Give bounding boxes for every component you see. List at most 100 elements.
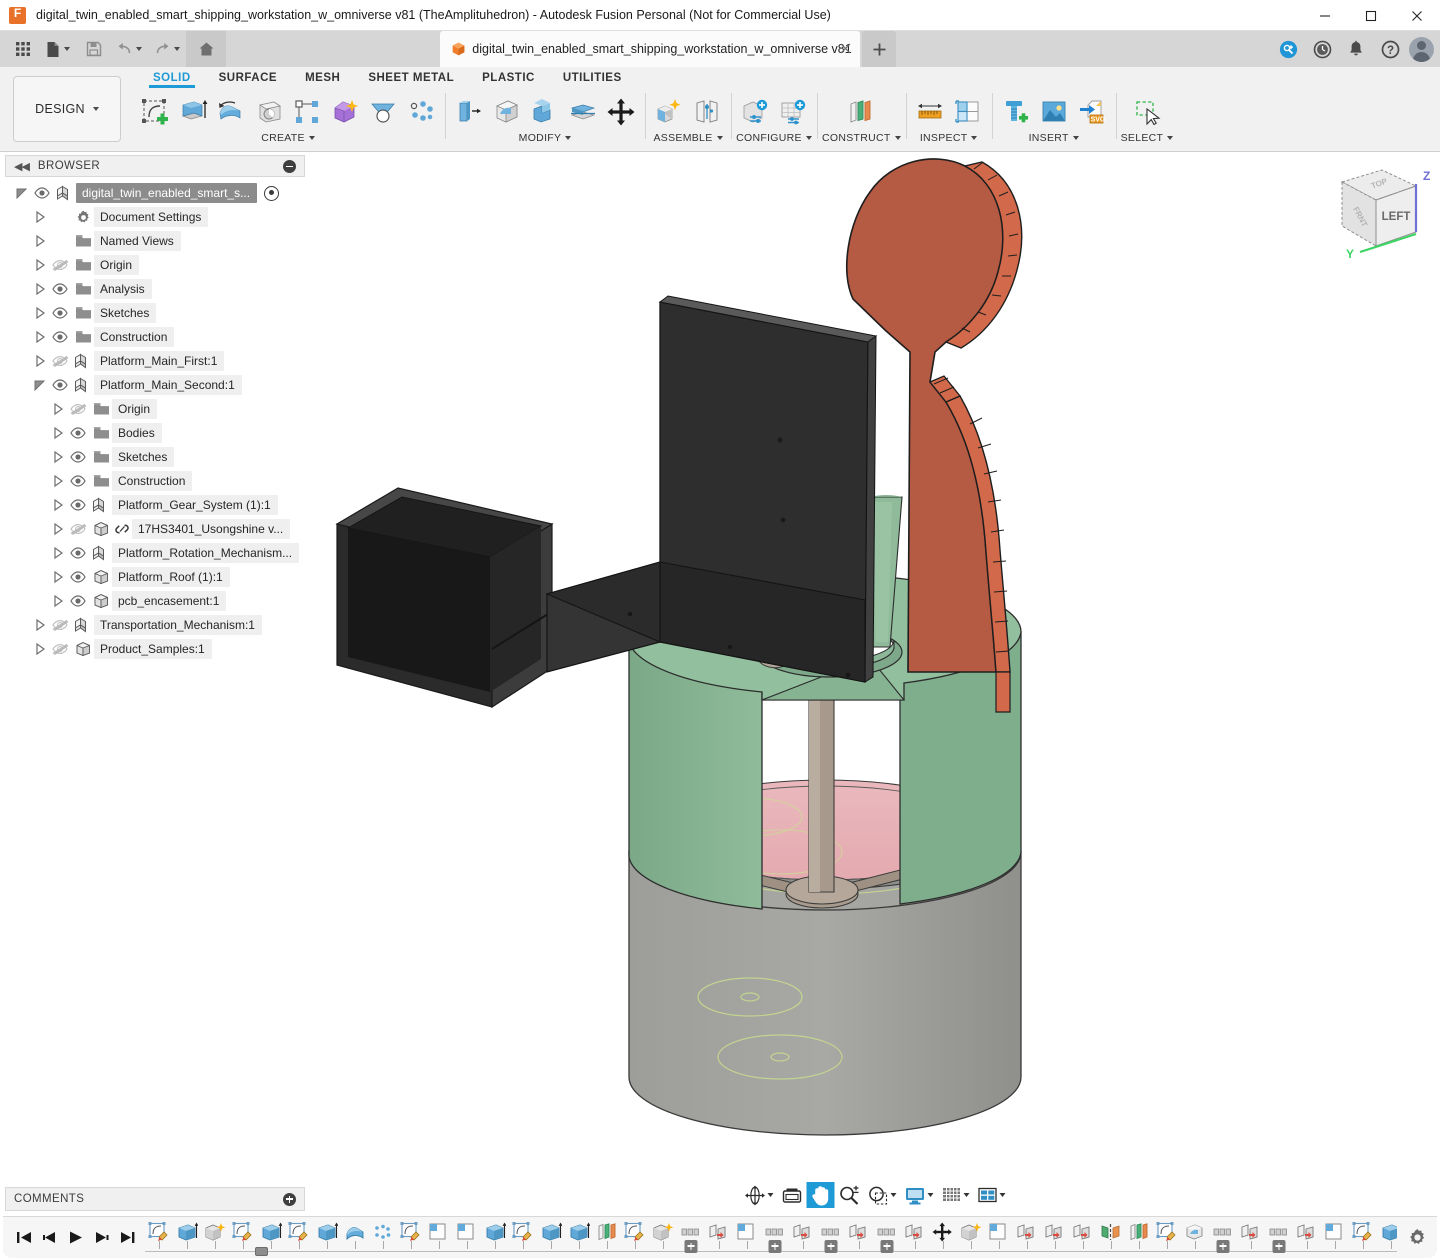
tree-node[interactable]: Named Views: [0, 229, 310, 253]
shell-icon[interactable]: [564, 92, 602, 132]
expand-group-button[interactable]: [1273, 1240, 1286, 1253]
tree-node[interactable]: Transportation_Mechanism:1: [0, 613, 310, 637]
timeline-feature[interactable]: [621, 1219, 649, 1253]
document-tab[interactable]: digital_twin_enabled_smart_shipping_work…: [440, 31, 860, 67]
play-button[interactable]: [63, 1225, 89, 1251]
timeline-feature[interactable]: [481, 1219, 509, 1253]
twisty-collapsed-icon[interactable]: [32, 349, 48, 373]
eye-visible-icon[interactable]: [66, 565, 90, 589]
eye-visible-icon[interactable]: [66, 421, 90, 445]
timeline-feature[interactable]: [1349, 1219, 1377, 1253]
timeline-settings-button[interactable]: [1397, 1228, 1437, 1247]
timeline-feature[interactable]: [341, 1219, 369, 1253]
expand-group-button[interactable]: [769, 1240, 782, 1253]
timeline-feature[interactable]: [1013, 1219, 1041, 1253]
tab-utilities[interactable]: UTILITIES: [549, 72, 636, 84]
timeline-feature[interactable]: [1125, 1219, 1153, 1253]
avatar[interactable]: [1409, 37, 1434, 62]
timeline-feature[interactable]: [593, 1219, 621, 1253]
minimize-browser-icon[interactable]: [283, 160, 296, 173]
tree-node[interactable]: Platform_Rotation_Mechanism...: [0, 541, 310, 565]
show-data-panel-button[interactable]: [6, 33, 39, 66]
insert-svg-icon[interactable]: SVG: [1073, 92, 1111, 132]
eye-visible-icon[interactable]: [48, 301, 72, 325]
go-to-beginning-button[interactable]: [11, 1225, 37, 1251]
twisty-collapsed-icon[interactable]: [32, 325, 48, 349]
zoom-button[interactable]: [835, 1182, 864, 1208]
grid-snap-button[interactable]: [938, 1182, 974, 1208]
timeline-feature[interactable]: [145, 1219, 173, 1253]
viewcube[interactable]: LEFT TOP FRNT Z Y: [1320, 160, 1434, 264]
press-pull-icon[interactable]: [450, 92, 488, 132]
timeline-feature[interactable]: [453, 1219, 481, 1253]
twisty-collapsed-icon[interactable]: [32, 277, 48, 301]
maximize-button[interactable]: [1348, 0, 1394, 31]
viewports-button[interactable]: [974, 1182, 1010, 1208]
new-tab-button[interactable]: [862, 31, 896, 67]
job-status-icon[interactable]: [1305, 32, 1339, 66]
twisty-collapsed-icon[interactable]: [50, 445, 66, 469]
tree-node[interactable]: Platform_Roof (1):1: [0, 565, 310, 589]
joint-icon[interactable]: [688, 92, 726, 132]
insert-mcmaster-icon[interactable]: [997, 92, 1035, 132]
eye-hidden-icon[interactable]: [48, 637, 72, 661]
help-icon[interactable]: ?: [1373, 32, 1407, 66]
tab-plastic[interactable]: PLASTIC: [468, 72, 549, 84]
eye-visible-icon[interactable]: [66, 541, 90, 565]
new-component-icon[interactable]: [650, 92, 688, 132]
eye-visible-icon[interactable]: [48, 325, 72, 349]
tree-node[interactable]: Sketches: [0, 301, 310, 325]
save-button[interactable]: [77, 33, 110, 66]
timeline-feature[interactable]: [565, 1219, 593, 1253]
timeline-feature[interactable]: [1209, 1219, 1237, 1253]
close-icon[interactable]: [839, 42, 852, 55]
create-mesh-icon[interactable]: [402, 92, 440, 132]
orbit-button[interactable]: [741, 1182, 778, 1208]
tree-node[interactable]: digital_twin_enabled_smart_s...: [0, 181, 310, 205]
timeline-feature[interactable]: [397, 1219, 425, 1253]
undo-button[interactable]: [110, 33, 148, 66]
eye-hidden-icon[interactable]: [48, 613, 72, 637]
pattern-icon[interactable]: [288, 92, 326, 132]
sweep-icon[interactable]: [250, 92, 288, 132]
tab-surface[interactable]: SURFACE: [205, 72, 291, 84]
create-sketch-icon[interactable]: [136, 92, 174, 132]
twisty-collapsed-icon[interactable]: [50, 565, 66, 589]
timeline-feature[interactable]: [957, 1219, 985, 1253]
timeline-feature[interactable]: [369, 1219, 397, 1253]
eye-visible-icon[interactable]: [48, 277, 72, 301]
tree-node[interactable]: Document Settings: [0, 205, 310, 229]
tree-node[interactable]: Construction: [0, 469, 310, 493]
expand-group-button[interactable]: [825, 1240, 838, 1253]
eye-visible-icon[interactable]: [48, 373, 72, 397]
extensions-icon[interactable]: [1271, 32, 1305, 66]
configure-table-icon[interactable]: [774, 92, 812, 132]
tree-node[interactable]: Construction: [0, 325, 310, 349]
timeline-feature[interactable]: [761, 1219, 789, 1253]
timeline-feature[interactable]: [285, 1219, 313, 1253]
tab-sheet-metal[interactable]: SHEET METAL: [354, 72, 468, 84]
twisty-collapsed-icon[interactable]: [50, 397, 66, 421]
timeline-feature[interactable]: [1097, 1219, 1125, 1253]
tab-mesh[interactable]: MESH: [291, 72, 354, 84]
tree-node[interactable]: Sketches: [0, 445, 310, 469]
measure-icon[interactable]: [911, 92, 949, 132]
twisty-expanded-icon[interactable]: [14, 181, 30, 205]
timeline-feature[interactable]: [425, 1219, 453, 1253]
eye-hidden-icon[interactable]: [66, 517, 90, 541]
twisty-collapsed-icon[interactable]: [32, 229, 48, 253]
tree-node[interactable]: Platform_Gear_System (1):1: [0, 493, 310, 517]
timeline-feature[interactable]: [1321, 1219, 1349, 1253]
tree-node[interactable]: Origin: [0, 397, 310, 421]
eye-visible-icon[interactable]: [66, 445, 90, 469]
insert-canvas-icon[interactable]: [1035, 92, 1073, 132]
display-settings-button[interactable]: [901, 1182, 938, 1208]
timeline-feature[interactable]: [873, 1219, 901, 1253]
eye-visible-icon[interactable]: [66, 589, 90, 613]
notifications-bell-icon[interactable]: [1339, 32, 1373, 66]
pan-button[interactable]: [807, 1182, 835, 1208]
twisty-collapsed-icon[interactable]: [50, 589, 66, 613]
timeline-feature[interactable]: [929, 1219, 957, 1253]
twisty-collapsed-icon[interactable]: [50, 493, 66, 517]
twisty-collapsed-icon[interactable]: [32, 253, 48, 277]
